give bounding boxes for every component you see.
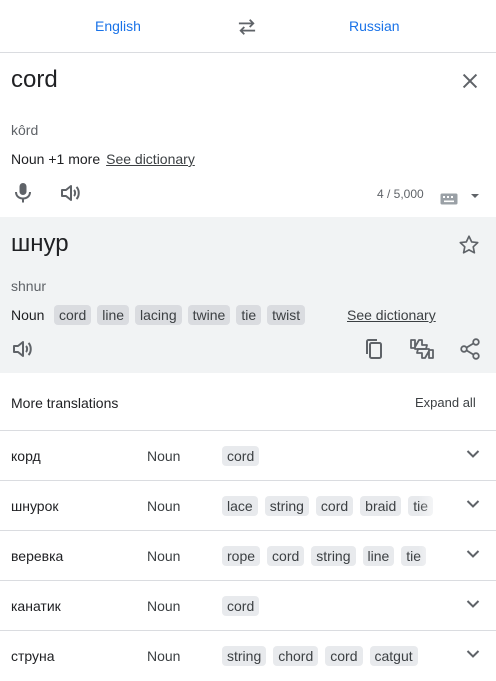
row-chip[interactable]: tie: [408, 496, 434, 516]
row-word: веревка: [11, 548, 64, 564]
pos-summary: Noun +1 more: [11, 151, 101, 167]
row-pos: Noun: [147, 598, 181, 614]
row-chip[interactable]: string: [264, 496, 309, 516]
language-bar: English Russian: [0, 0, 496, 53]
row-word: канатик: [11, 598, 61, 614]
source-language-button[interactable]: English: [95, 18, 141, 34]
mic-icon[interactable]: [14, 182, 32, 204]
row-chips: cord: [222, 596, 448, 616]
row-chip[interactable]: line: [362, 546, 395, 566]
feedback-icon[interactable]: [409, 337, 435, 361]
chevron-down-icon[interactable]: [466, 599, 480, 609]
target-chip[interactable]: lacing: [135, 305, 182, 325]
target-chip[interactable]: cord: [54, 305, 92, 325]
chevron-down-icon[interactable]: [466, 449, 480, 459]
row-pos: Noun: [147, 648, 181, 664]
source-pos-line: Noun +1 more See dictionary: [11, 151, 195, 167]
row-chip[interactable]: string: [222, 646, 267, 666]
share-icon[interactable]: [459, 338, 481, 360]
row-pos: Noun: [147, 498, 181, 514]
translation-row[interactable]: шнурок Noun lace string cord braid tie: [0, 480, 496, 531]
row-chip[interactable]: cord: [267, 546, 305, 566]
row-chip[interactable]: rope: [222, 546, 261, 566]
translation-row[interactable]: веревка Noun rope cord string line tie: [0, 530, 496, 581]
star-icon[interactable]: [458, 234, 480, 256]
target-see-dictionary-link[interactable]: See dictionary: [347, 307, 436, 323]
row-chip[interactable]: cord: [222, 446, 260, 466]
close-icon[interactable]: [459, 70, 481, 92]
row-chip[interactable]: catgut: [369, 646, 418, 666]
character-counter: 4 / 5,000: [377, 187, 424, 201]
row-pos: Noun: [147, 548, 181, 564]
row-chip[interactable]: cord: [222, 596, 260, 616]
translation-row[interactable]: корд Noun cord: [0, 430, 496, 481]
target-language-button[interactable]: Russian: [349, 18, 400, 34]
target-transliteration: shnur: [11, 278, 47, 294]
target-pos: Noun: [11, 307, 45, 323]
row-word: струна: [11, 648, 55, 664]
speaker-icon[interactable]: [60, 183, 82, 203]
target-chip[interactable]: line: [97, 305, 130, 325]
target-chip[interactable]: tie: [236, 305, 262, 325]
swap-icon[interactable]: [236, 18, 258, 36]
translation-row[interactable]: струна Noun string chord cord catgut: [0, 630, 496, 681]
chevron-down-icon[interactable]: [466, 499, 480, 509]
speaker-icon[interactable]: [12, 339, 34, 359]
row-chip[interactable]: braid: [360, 496, 402, 516]
more-translations-title: More translations: [11, 395, 119, 411]
row-pos: Noun: [147, 448, 181, 464]
chevron-down-icon[interactable]: [466, 649, 480, 659]
source-transliteration: kôrd: [11, 122, 39, 138]
row-chip[interactable]: lace: [222, 496, 258, 516]
row-chip[interactable]: tie: [401, 546, 427, 566]
row-chip[interactable]: cord: [315, 496, 354, 516]
keyboard-icon[interactable]: [440, 193, 458, 205]
target-chip[interactable]: twine: [187, 305, 231, 325]
row-word: корд: [11, 448, 41, 464]
translation-row[interactable]: канатик Noun cord: [0, 580, 496, 631]
source-text-input[interactable]: cord: [11, 66, 58, 94]
target-chips: cord line lacing twine tie twist: [54, 305, 306, 325]
source-see-dictionary-link[interactable]: See dictionary: [106, 151, 195, 167]
row-chips: lace string cord braid tie: [222, 496, 448, 516]
row-chip[interactable]: cord: [325, 646, 363, 666]
chevron-down-icon[interactable]: [466, 549, 480, 559]
row-chip[interactable]: chord: [273, 646, 319, 666]
row-word: шнурок: [11, 498, 59, 514]
copy-icon[interactable]: [364, 338, 384, 360]
row-chip[interactable]: string: [311, 546, 356, 566]
row-chips: rope cord string line tie: [222, 546, 448, 566]
keyboard-options-caret-icon[interactable]: [470, 192, 480, 200]
row-chips: string chord cord catgut: [222, 646, 448, 666]
target-chip[interactable]: twist: [267, 305, 306, 325]
expand-all-button[interactable]: Expand all: [415, 395, 476, 410]
row-chips: cord: [222, 446, 448, 466]
translation-text: шнур: [11, 230, 69, 257]
